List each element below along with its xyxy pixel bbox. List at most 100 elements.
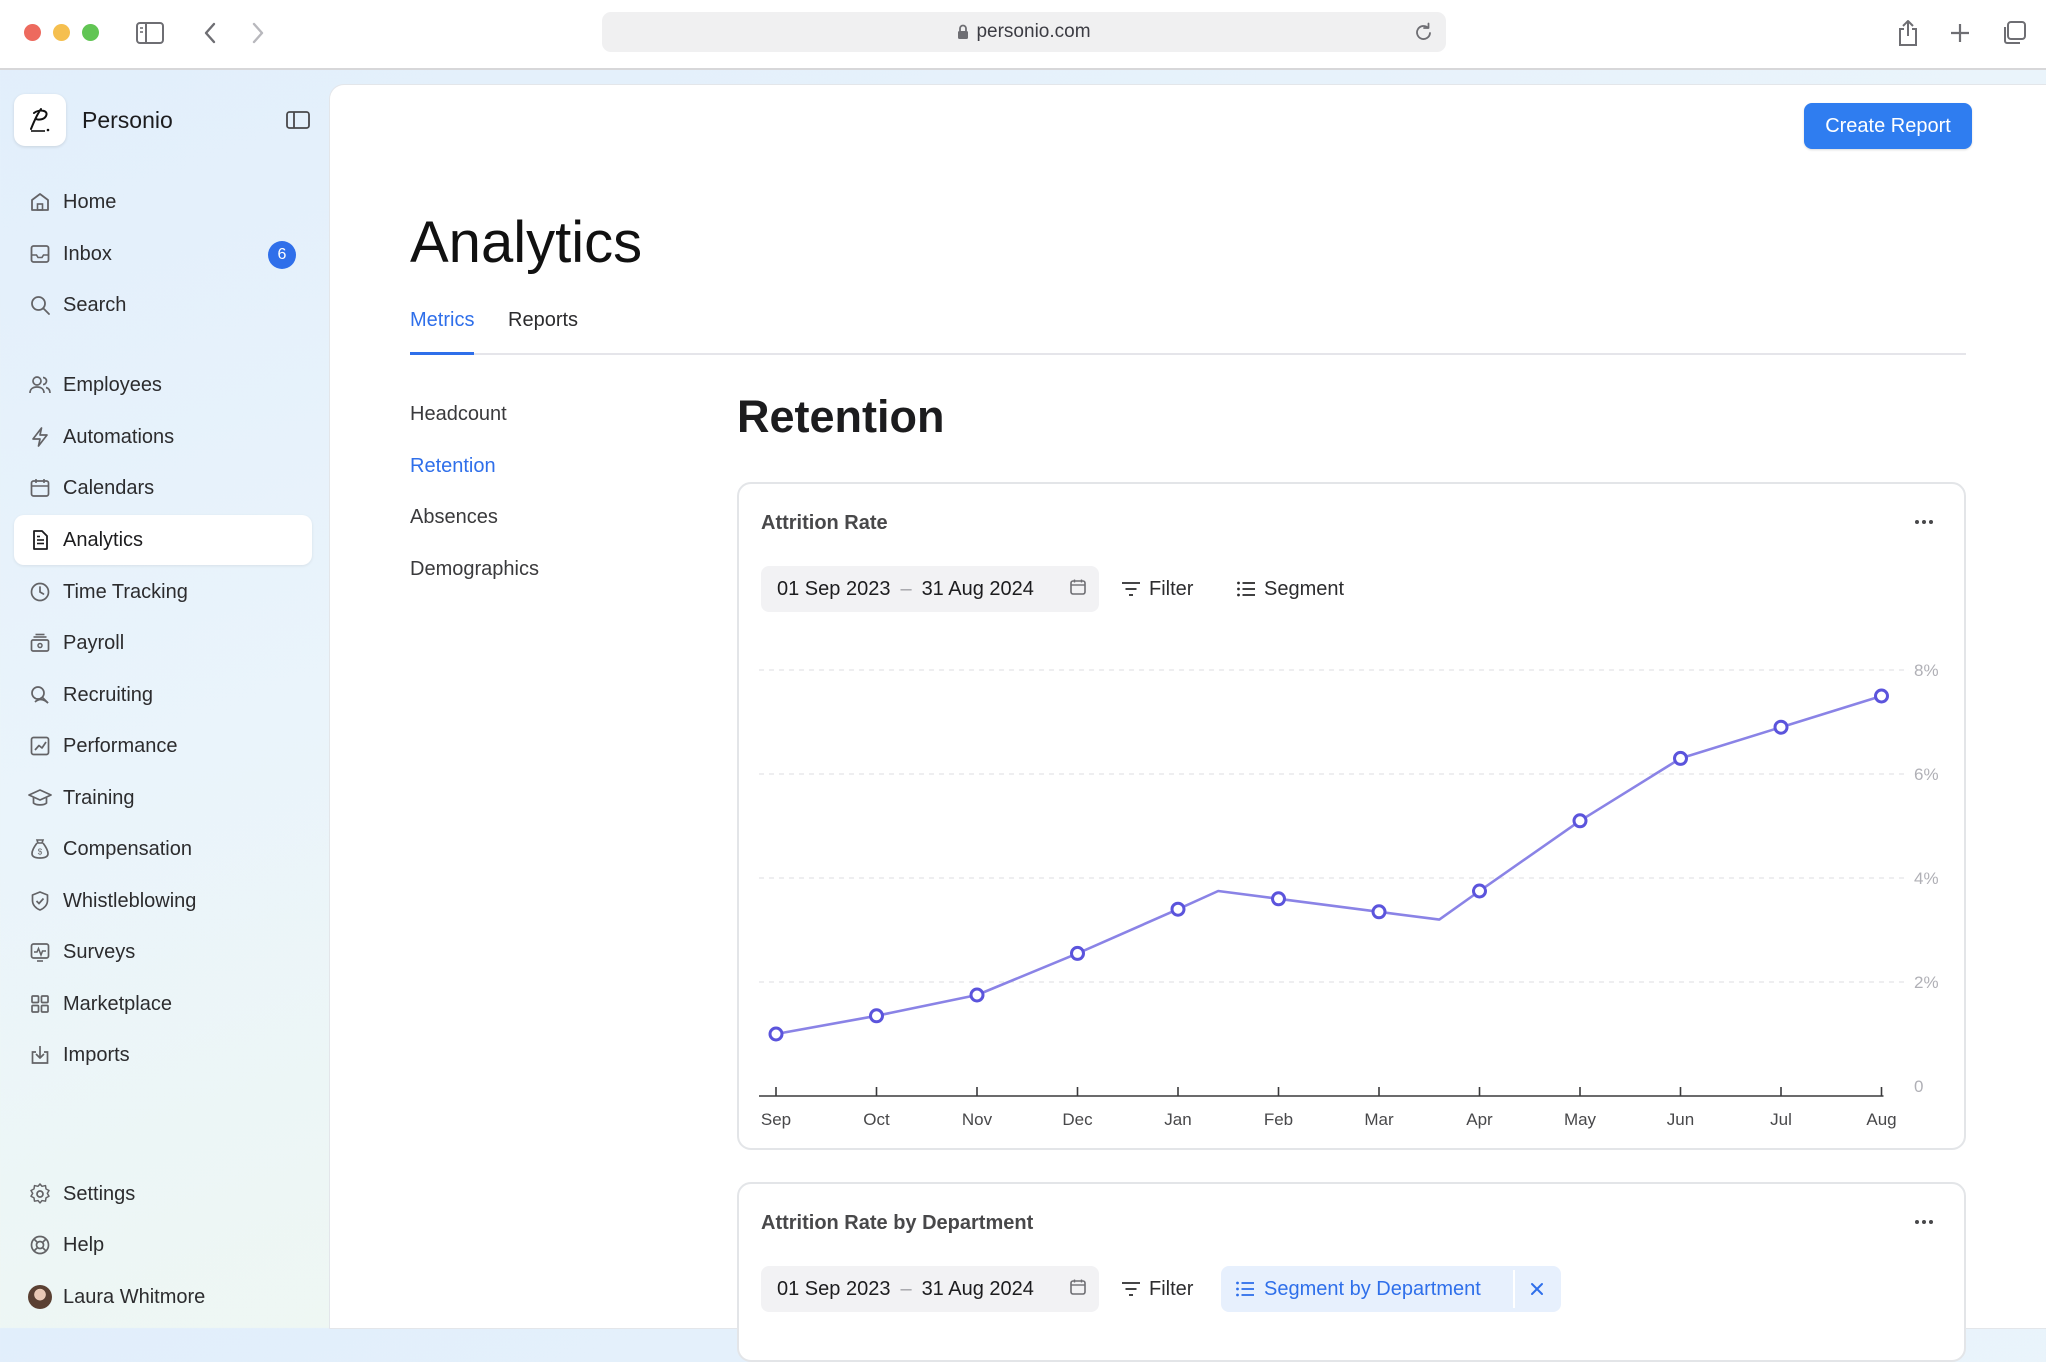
money-bag-icon: $ [28,837,52,861]
chart-icon [28,734,52,758]
date-separator: – [900,1277,912,1300]
grid-icon [28,992,52,1016]
url-text: personio.com [976,21,1091,42]
data-point [1472,883,1487,899]
sidebar-item-label: Surveys [63,940,136,963]
recruiting-icon [28,683,52,707]
minimize-window-button[interactable] [53,24,70,41]
new-tab-icon[interactable] [1942,15,1978,51]
sidebar-item-recruiting[interactable]: Recruiting [14,670,312,720]
tab-metrics[interactable]: Metrics [410,309,475,355]
create-report-button[interactable]: Create Report [1804,103,1972,149]
address-bar[interactable]: personio.com [602,12,1446,52]
sidebar-item-label: Recruiting [63,683,154,706]
x-tick-label: Jan [1164,1110,1191,1129]
y-tick-label: 8% [1914,661,1939,680]
sidebar-item-label: Performance [63,734,178,757]
sidebar-item-home[interactable]: Home [14,177,312,227]
gear-icon [28,1182,52,1206]
data-point [969,987,985,1003]
sidebar-item-performance[interactable]: Performance [14,721,312,771]
sidebar-item-label: Settings [63,1182,136,1205]
data-point [1673,750,1688,766]
sidebar-item-label: Automations [63,425,175,448]
brand-name: Personio [82,106,173,133]
data-point [1070,945,1085,961]
attrition-by-department-card: Attrition Rate by Department 01 Sep 2023… [737,1182,1966,1362]
filter-icon [1121,1280,1141,1298]
sidebar-item-label: Imports [63,1043,130,1066]
page-title: Analytics [410,210,643,275]
sidebar-item-search[interactable]: Search [14,280,312,330]
subnav-headcount[interactable]: Headcount [410,403,507,426]
tab-label: Metrics [410,309,475,331]
sidebar-item-inbox[interactable]: Inbox 6 [14,229,312,279]
series-line [775,694,1882,1036]
back-icon[interactable] [192,15,228,51]
reload-icon[interactable] [1414,21,1434,43]
sidebar-item-label: Compensation [63,837,192,860]
close-window-button[interactable] [24,24,41,41]
sidebar-item-profile[interactable]: Laura Whitmore [14,1272,312,1322]
sidebar-item-analytics[interactable]: Analytics [14,515,312,565]
lifebuoy-icon [28,1233,52,1257]
tab-reports[interactable]: Reports [508,309,578,353]
zoom-window-button[interactable] [82,24,99,41]
sidebar-item-payroll[interactable]: Payroll [14,618,312,668]
card-title: Attrition Rate by Department [761,1212,1034,1234]
subnav-absences[interactable]: Absences [410,506,498,529]
forward-icon[interactable] [240,15,276,51]
sidebar-item-automations[interactable]: Automations [14,412,312,462]
calendar-icon [1069,1278,1087,1296]
data-point [1773,719,1789,735]
sidebar-item-time-tracking[interactable]: Time Tracking [14,567,312,617]
sidebar-item-label: Marketplace [63,992,172,1015]
sidebar-item-surveys[interactable]: Surveys [14,927,312,977]
sidebar-item-label: Analytics [63,528,144,551]
main-panel: Create Report Analytics Metrics Reports … [330,85,2046,1362]
sidebar-item-marketplace[interactable]: Marketplace [14,979,312,1029]
divider [1513,1270,1515,1308]
user-name: Laura Whitmore [63,1285,206,1308]
subnav-demographics[interactable]: Demographics [410,558,539,581]
browser-toolbar: personio.com [0,0,2046,70]
calendar-icon [28,476,52,500]
sidebar-item-settings[interactable]: Settings [14,1169,312,1219]
personio-logo[interactable] [14,94,66,146]
sidebar-item-whistleblowing[interactable]: Whistleblowing [14,876,312,926]
share-icon[interactable] [1890,15,1926,51]
sidebar-item-calendars[interactable]: Calendars [14,463,312,513]
sidebar-item-help[interactable]: Help [14,1220,312,1270]
collapse-sidebar-icon[interactable] [282,106,314,134]
list-icon [1235,1280,1255,1298]
x-tick-label: Aug [1866,1110,1896,1129]
x-tick-label: Oct [863,1110,890,1129]
data-point [1371,904,1387,920]
data-point [869,1008,884,1024]
shield-icon [28,889,52,913]
sidebar-item-compensation[interactable]: $ Compensation [14,824,312,874]
x-tick-label: Sep [761,1110,791,1129]
people-icon [28,373,52,397]
section-title: Retention [737,391,945,442]
sidebar-item-employees[interactable]: Employees [14,360,312,410]
avatar [28,1285,52,1309]
subnav-retention[interactable]: Retention [410,455,496,478]
more-options-icon[interactable] [1912,1212,1936,1232]
survey-icon [28,940,52,964]
import-icon [28,1043,52,1067]
sidebar-item-imports[interactable]: Imports [14,1030,312,1080]
sidebar-item-training[interactable]: Training [14,773,312,823]
x-tick-label: Nov [962,1110,993,1129]
filter-button[interactable]: Filter [1121,1266,1193,1312]
date-range-picker[interactable]: 01 Sep 2023 – 31 Aug 2024 [761,1266,1099,1312]
segment-by-department-chip[interactable]: Segment by Department [1221,1266,1561,1312]
segment-label: Segment by Department [1264,1277,1481,1300]
remove-segment-icon[interactable] [1525,1277,1549,1301]
sidebar-toggle-icon[interactable] [132,15,168,51]
data-point [1170,901,1186,917]
x-tick-label: Mar [1364,1110,1394,1129]
tab-overview-icon[interactable] [1996,15,2032,51]
sidebar-item-label: Payroll [63,631,125,654]
sidebar-item-label: Home [63,190,117,213]
